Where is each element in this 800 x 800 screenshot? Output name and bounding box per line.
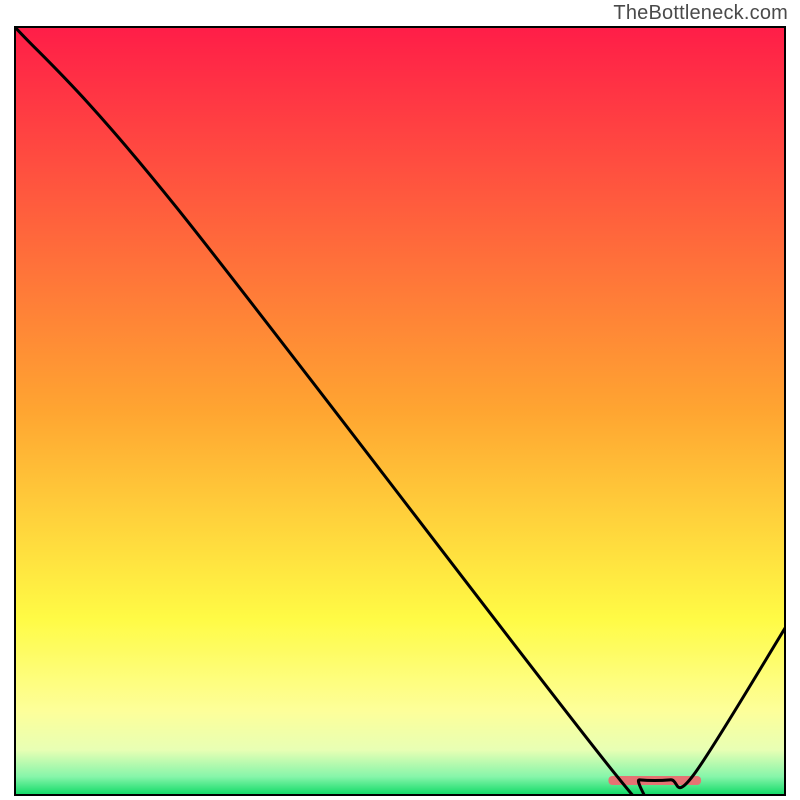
plot-background [14,26,786,796]
attribution-label: TheBottleneck.com [613,2,788,25]
chart-container: TheBottleneck.com [0,0,800,800]
bottleneck-chart [14,26,786,796]
